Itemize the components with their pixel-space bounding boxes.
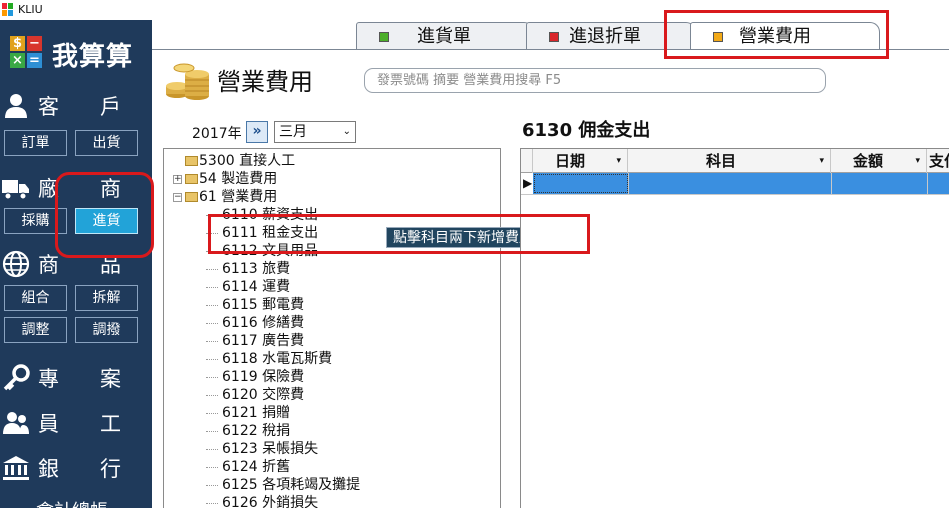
tree-connector (206, 323, 218, 324)
orders-button[interactable]: 訂單 (4, 130, 67, 156)
coins-icon (166, 63, 209, 100)
tree-connector (206, 359, 218, 360)
year-label: 2017年 (192, 126, 242, 142)
table-row[interactable]: ▶ (521, 173, 949, 195)
tree-connector (206, 287, 218, 288)
people-icon (3, 412, 29, 434)
annotation-box-tree (208, 214, 590, 254)
column-account[interactable]: 科目 ▾ (628, 149, 831, 173)
date-cell[interactable] (534, 174, 628, 193)
logo-text: 我算算 (52, 42, 134, 72)
folder-icon (185, 192, 198, 202)
tree-connector (206, 449, 218, 450)
key-icon (3, 364, 30, 391)
row-pointer-icon: ▶ (523, 176, 533, 190)
tree-connector (206, 305, 218, 306)
tree-connector (206, 395, 218, 396)
adjust-button[interactable]: 調整 (4, 317, 67, 343)
search-input[interactable]: 發票號碼 摘要 營業費用搜尋 F5 (364, 68, 826, 93)
page-title: 營業費用 (217, 68, 313, 96)
expand-icon[interactable]: + (173, 175, 182, 184)
column-amount[interactable]: 金額 ▾ (831, 149, 927, 173)
tab-goods-receipt[interactable]: 進貨單 (356, 22, 534, 49)
tree-connector (206, 413, 218, 414)
app-icon (2, 3, 14, 17)
disassemble-button[interactable]: 拆解 (75, 285, 138, 311)
tree-connector (206, 503, 218, 504)
folder-icon (185, 174, 198, 184)
annotation-box-sidebar (55, 172, 154, 258)
sidebar-section-bank[interactable]: 銀 行 (0, 452, 152, 482)
logo-mark-icon: $ − × = (10, 36, 42, 68)
green-square-icon (379, 32, 389, 42)
red-square-icon (549, 32, 559, 42)
tree-connector (206, 431, 218, 432)
sort-arrow-icon: ▾ (915, 156, 920, 166)
sidebar-section-accounting[interactable]: 會計總帳 (0, 494, 152, 508)
bank-icon (3, 456, 29, 480)
sort-arrow-icon: ▾ (819, 156, 824, 166)
annotation-box-tab (664, 10, 889, 59)
collapse-icon[interactable]: − (173, 193, 182, 202)
chevron-down-icon: ⌄ (342, 126, 351, 137)
tree-connector (206, 485, 218, 486)
tree-connector (206, 467, 218, 468)
sidebar-section-customer[interactable]: 客 戶 (0, 90, 152, 120)
expense-grid: 日期 ▾ 科目 ▾ 金額 ▾ 支付 ▶ (520, 148, 949, 508)
month-select[interactable]: 三月 ⌄ (274, 121, 356, 143)
column-date[interactable]: 日期 ▾ (533, 149, 628, 173)
shipping-button[interactable]: 出貨 (75, 130, 138, 156)
sidebar: $ − × = 我算算 客 戶 訂單 出貨 廠 商 採購 進貨 商 品 組合 拆… (0, 20, 152, 508)
folder-icon (185, 156, 198, 166)
sort-arrow-icon: ▾ (616, 156, 621, 166)
next-year-button[interactable]: » (246, 121, 268, 143)
account-title: 6130 佣金支出 (522, 120, 651, 141)
tree-connector (206, 377, 218, 378)
tree-connector (206, 341, 218, 342)
account-tree: 5300 直接人工 + 54 製造費用 − 61 營業費用 6110 薪資支出 6… (163, 148, 501, 508)
window-title: KLIU (18, 3, 43, 16)
person-icon (5, 94, 27, 118)
grid-header: 日期 ▾ 科目 ▾ 金額 ▾ 支付 (521, 149, 949, 173)
transfer-button[interactable]: 調撥 (75, 317, 138, 343)
sidebar-section-staff[interactable]: 員 工 (0, 407, 152, 437)
sidebar-section-project[interactable]: 專 案 (0, 362, 152, 392)
tree-connector (206, 269, 218, 270)
bundle-button[interactable]: 組合 (4, 285, 67, 311)
globe-icon (2, 250, 30, 278)
truck-icon (2, 180, 29, 200)
column-payment[interactable]: 支付 (927, 149, 949, 173)
